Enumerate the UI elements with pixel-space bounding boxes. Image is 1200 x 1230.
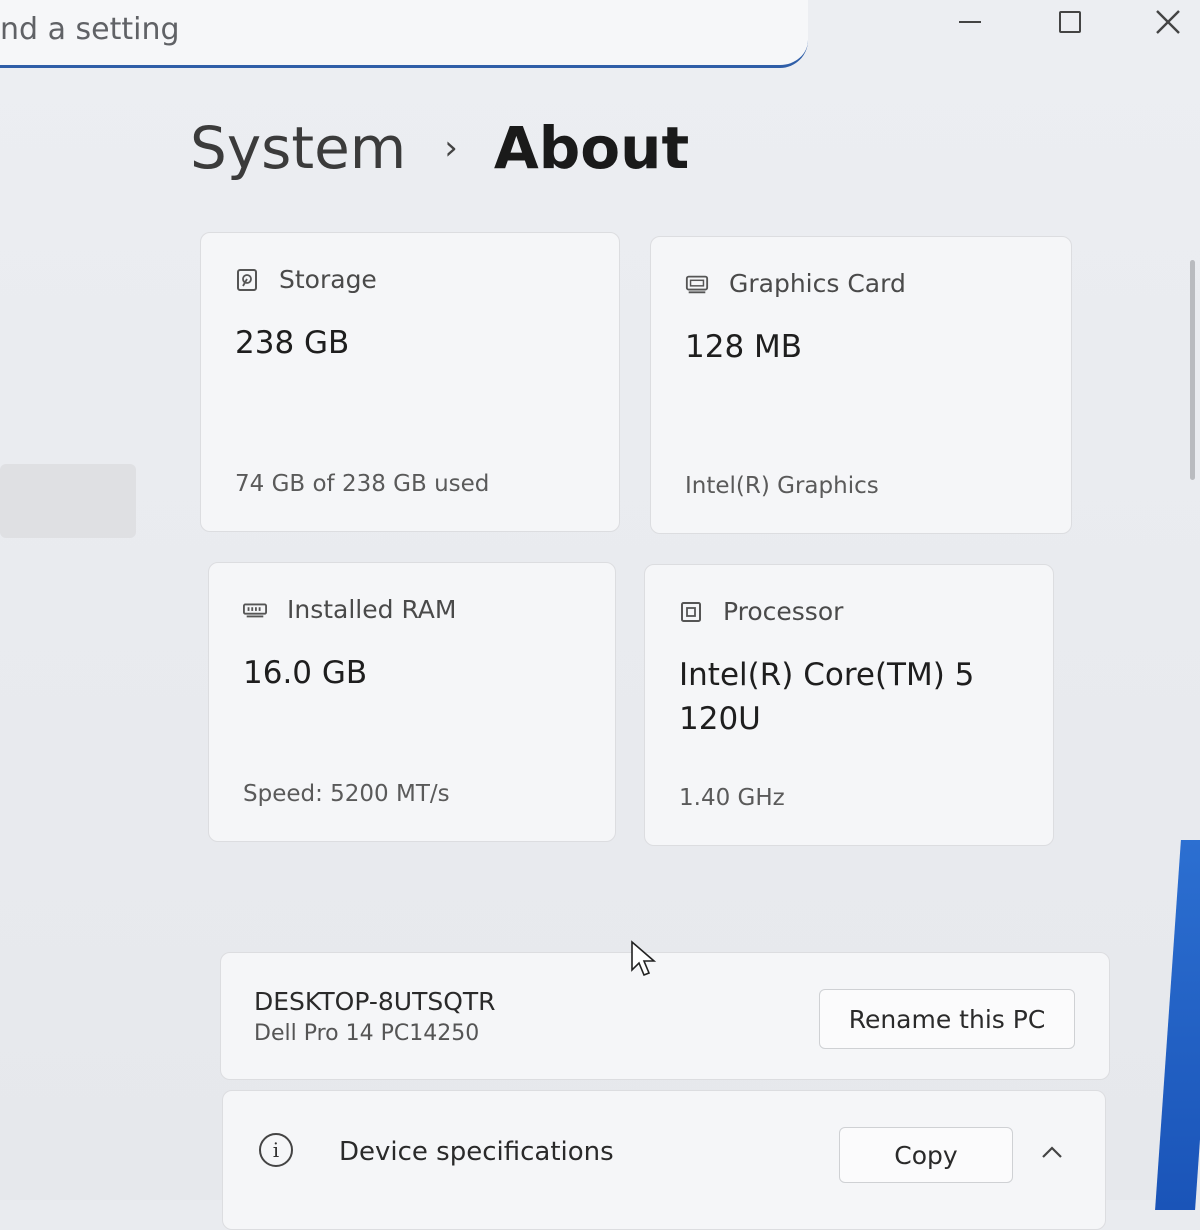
graphics-adapter-name: Intel(R) Graphics	[685, 473, 879, 499]
breadcrumb: System › About	[190, 108, 689, 188]
ram-value: 16.0 GB	[243, 655, 368, 691]
page-title: About	[493, 114, 690, 182]
storage-title: Storage	[279, 265, 377, 294]
pc-name-card: DESKTOP-8UTSQTR Dell Pro 14 PC14250 Rena…	[220, 952, 1110, 1080]
maximize-button[interactable]	[1035, 0, 1105, 44]
info-icon: i	[259, 1133, 293, 1167]
close-button[interactable]	[1133, 0, 1200, 44]
graphics-title: Graphics Card	[729, 269, 906, 298]
pc-name: DESKTOP-8UTSQTR	[254, 987, 496, 1016]
processor-chip-icon	[679, 600, 703, 624]
processor-card: Processor Intel(R) Core(TM) 5 120U 1.40 …	[644, 564, 1054, 846]
graphics-value: 128 MB	[685, 329, 803, 365]
pc-model: Dell Pro 14 PC14250	[254, 1021, 480, 1046]
graphics-card-card: Graphics Card 128 MB Intel(R) Graphics	[650, 236, 1072, 534]
device-specifications-section[interactable]: i Device specifications Copy	[222, 1090, 1106, 1230]
chevron-up-icon[interactable]	[1037, 1137, 1067, 1167]
maximize-icon	[1059, 11, 1081, 33]
breadcrumb-system-link[interactable]: System	[190, 114, 406, 182]
navigation-pane	[0, 80, 180, 1200]
minimize-icon	[959, 21, 981, 23]
scrollbar-thumb[interactable]	[1190, 260, 1195, 480]
nav-item-system-selected[interactable]	[0, 464, 136, 538]
storage-usage: 74 GB of 238 GB used	[235, 471, 490, 497]
mouse-cursor-icon	[631, 940, 657, 977]
breadcrumb-separator: ›	[444, 128, 458, 168]
close-icon	[1156, 10, 1180, 34]
ram-title: Installed RAM	[287, 595, 457, 624]
storage-value: 238 GB	[235, 325, 350, 361]
storage-drive-icon	[235, 268, 259, 292]
storage-card: Storage 238 GB 74 GB of 238 GB used	[200, 232, 620, 532]
minimize-button[interactable]	[935, 0, 1005, 44]
installed-ram-card: Installed RAM 16.0 GB Speed: 5200 MT/s	[208, 562, 616, 842]
rename-pc-button[interactable]: Rename this PC	[819, 989, 1075, 1049]
processor-speed: 1.40 GHz	[679, 785, 785, 811]
search-placeholder: nd a setting	[0, 12, 180, 47]
processor-title: Processor	[723, 597, 844, 626]
device-specifications-title: Device specifications	[339, 1137, 614, 1167]
processor-value: Intel(R) Core(TM) 5 120U	[679, 657, 975, 737]
ram-speed: Speed: 5200 MT/s	[243, 781, 450, 807]
graphics-card-icon	[685, 272, 709, 296]
copy-button[interactable]: Copy	[839, 1127, 1013, 1183]
ram-icon	[243, 598, 267, 622]
search-input[interactable]: nd a setting	[0, 0, 808, 68]
